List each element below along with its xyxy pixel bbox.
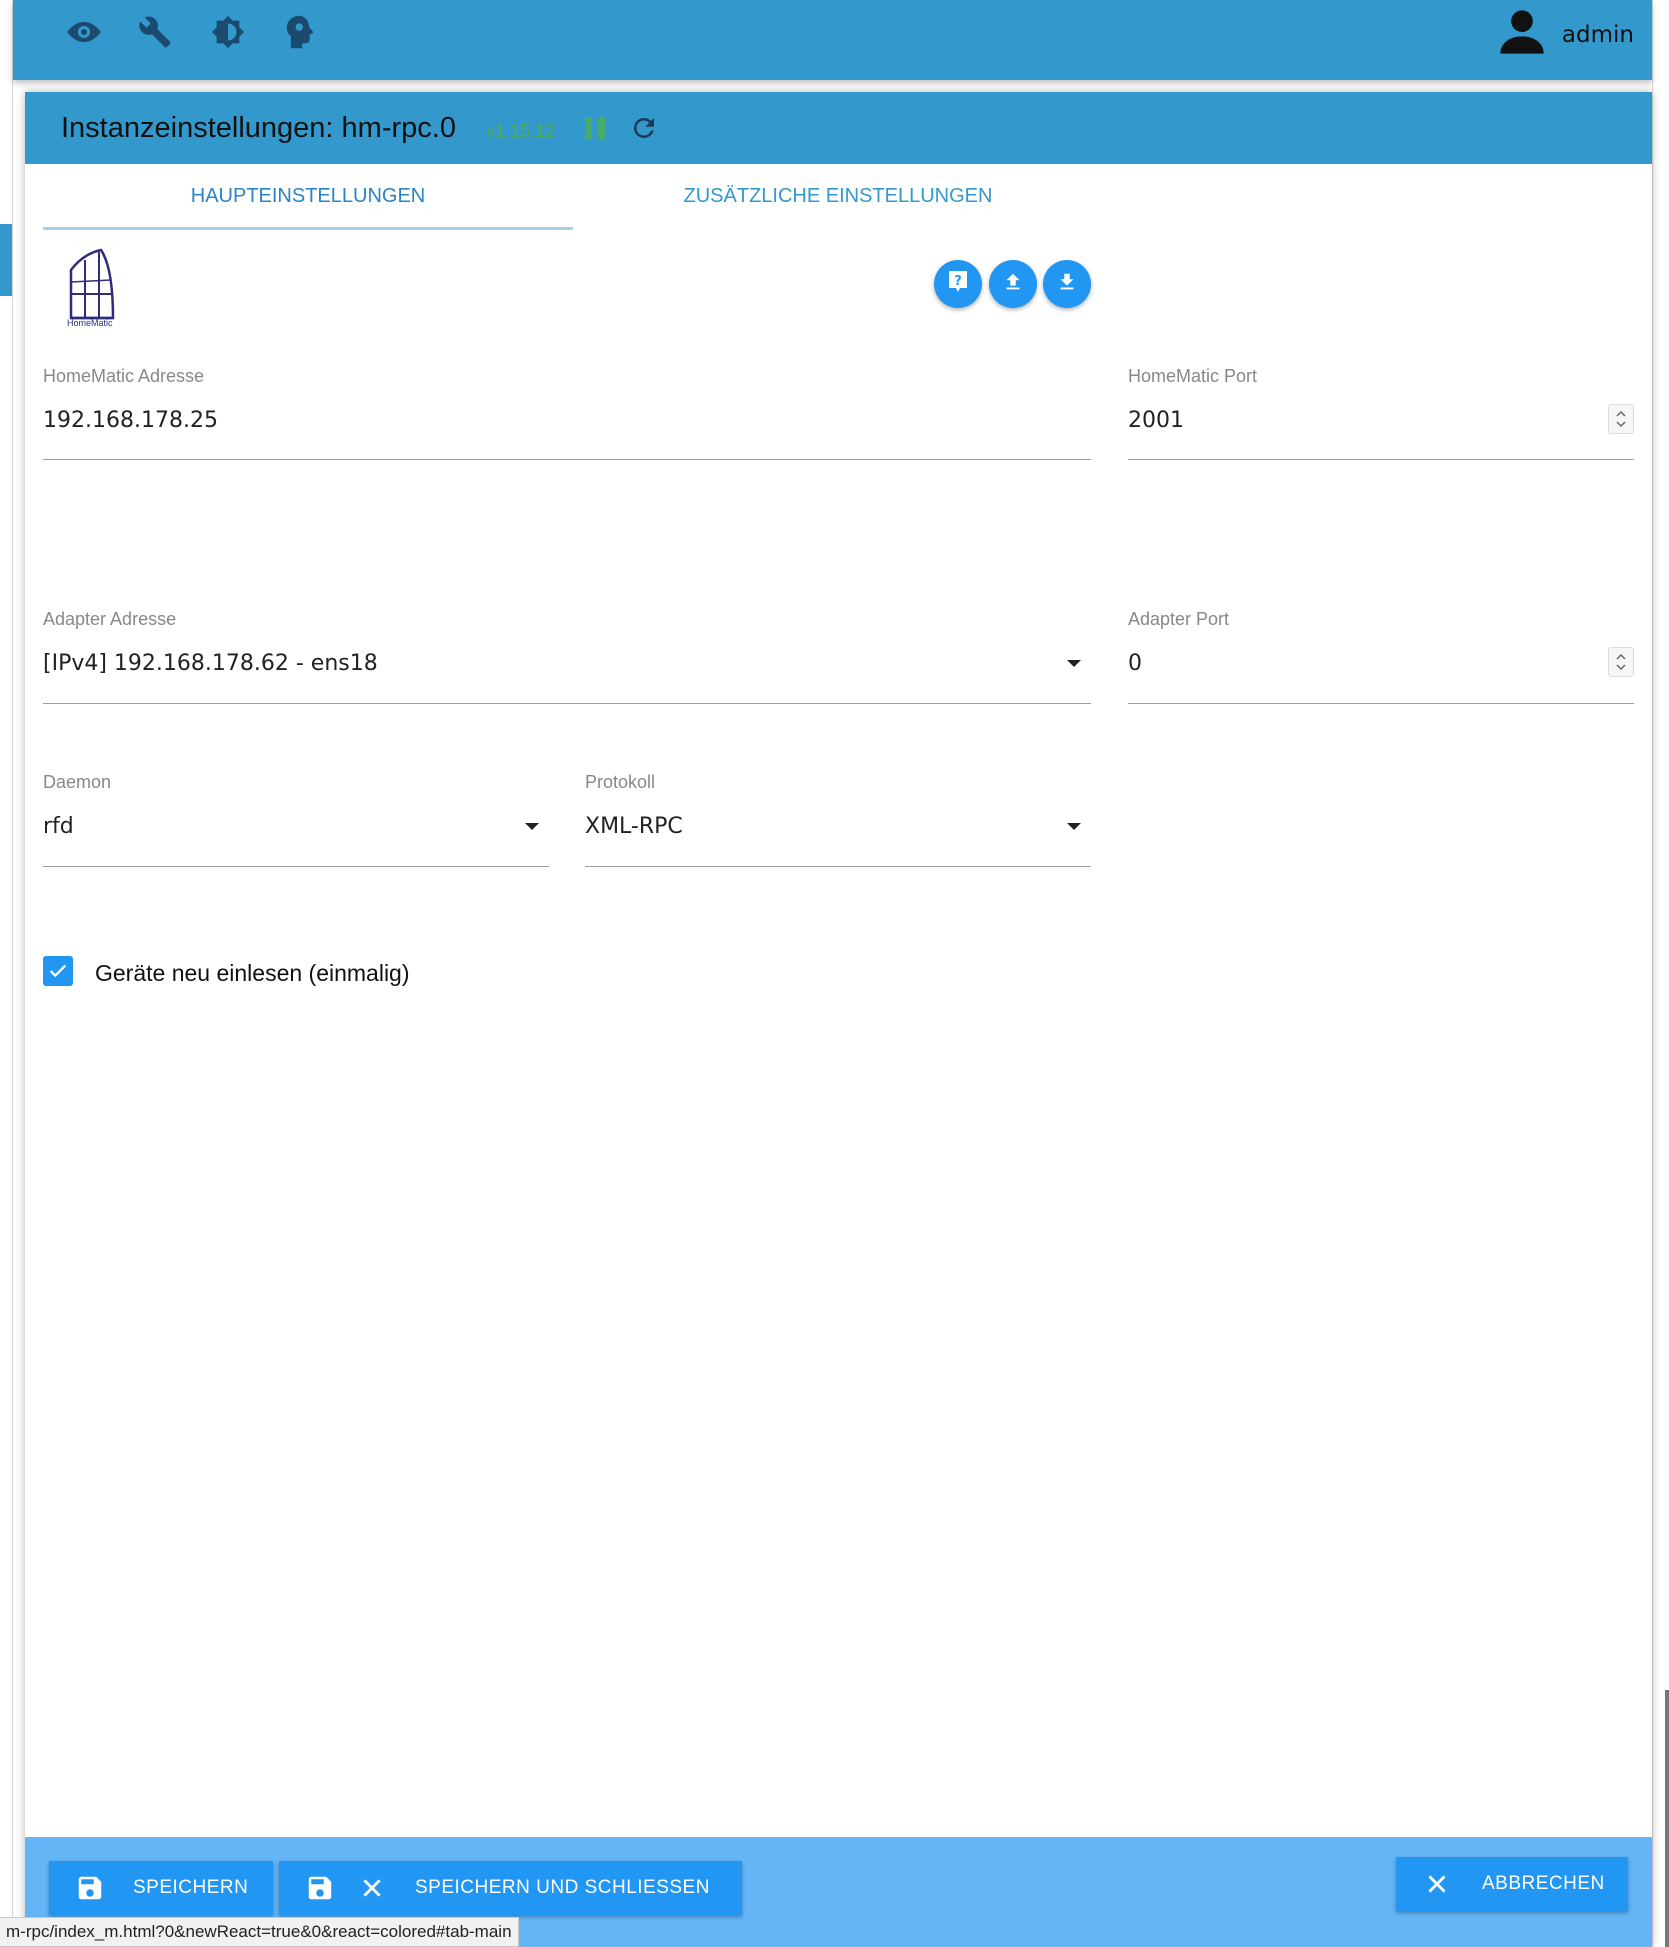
check-icon[interactable] xyxy=(43,955,73,986)
upload-button[interactable] xyxy=(989,260,1037,308)
dropdown-arrow-icon[interactable] xyxy=(1067,660,1081,667)
field-label: HomeMatic Adresse xyxy=(43,366,205,386)
field-underline xyxy=(585,866,1091,867)
field-label: Adapter Adresse xyxy=(43,609,177,629)
field-underline xyxy=(43,866,549,867)
daemon-select[interactable]: Daemon rfd xyxy=(43,772,549,867)
logo-text: HomeMatic xyxy=(67,318,113,328)
dialog-header: Instanzeinstellungen: hm-rpc.0 v1.15.12 xyxy=(25,92,1652,164)
field-value: 192.168.178.25 xyxy=(43,408,218,433)
field-value: [IPv4] 192.168.178.62 - ens18 xyxy=(43,651,378,676)
dropdown-arrow-icon[interactable] xyxy=(525,823,539,830)
cancel-label: ABBRECHEN xyxy=(1482,1873,1605,1894)
tab-main-settings[interactable]: HAUPTEINSTELLUNGEN xyxy=(43,164,573,228)
field-underline xyxy=(1128,459,1634,460)
brightness-icon[interactable] xyxy=(208,12,248,52)
brain-icon[interactable] xyxy=(278,12,318,52)
field-label: Protokoll xyxy=(585,772,656,792)
floppy-icon xyxy=(75,1873,105,1903)
homematic-port-field[interactable]: HomeMatic Port 2001 xyxy=(1128,366,1634,460)
adapter-address-select[interactable]: Adapter Adresse [IPv4] 192.168.178.62 - … xyxy=(43,609,1091,704)
port-stepper[interactable] xyxy=(1608,404,1634,434)
tab-indicator xyxy=(43,227,573,230)
save-label: SPEICHERN xyxy=(133,1877,249,1898)
field-underline xyxy=(43,459,1091,460)
reload-devices-checkbox[interactable]: Geräte neu einlesen (einmalig) xyxy=(43,954,410,987)
homematic-address-field[interactable]: HomeMatic Adresse 192.168.178.25 xyxy=(43,366,1091,460)
tab-additional-settings[interactable]: ZUSÄTZLICHE EINSTELLUNGEN xyxy=(573,164,1103,228)
help-button[interactable]: ? xyxy=(934,260,982,308)
field-underline xyxy=(43,703,1091,704)
status-bar-url: m-rpc/index_m.html?0&newReact=true&0&rea… xyxy=(0,1917,519,1947)
top-app-bar: admin xyxy=(13,0,1652,80)
scrollbar[interactable] xyxy=(1665,1690,1669,1947)
window-right-edge xyxy=(1652,0,1669,1947)
save-close-button[interactable]: SPEICHERN UND SCHLIESSEN xyxy=(279,1861,742,1915)
eye-icon[interactable] xyxy=(64,12,104,52)
upload-icon xyxy=(1002,271,1024,298)
instance-settings-dialog: Instanzeinstellungen: hm-rpc.0 v1.15.12 … xyxy=(25,92,1652,1947)
user-menu[interactable]: admin xyxy=(1496,6,1634,63)
field-underline xyxy=(1128,703,1634,704)
protocol-select[interactable]: Protokoll XML-RPC xyxy=(585,772,1091,867)
cancel-button[interactable]: ABBRECHEN xyxy=(1396,1857,1628,1911)
close-icon xyxy=(1424,1871,1450,1897)
user-name: admin xyxy=(1561,21,1634,48)
checkbox-label: Geräte neu einlesen (einmalig) xyxy=(95,960,410,986)
user-icon xyxy=(1496,6,1548,63)
field-label: Daemon xyxy=(43,772,112,792)
tab-label: HAUPTEINSTELLUNGEN xyxy=(190,184,426,207)
dropdown-arrow-icon[interactable] xyxy=(1067,823,1081,830)
wrench-icon[interactable] xyxy=(135,12,175,52)
sidebar-handle[interactable] xyxy=(0,224,12,296)
save-button[interactable]: SPEICHERN xyxy=(49,1861,273,1915)
close-icon xyxy=(359,1875,385,1901)
download-button[interactable] xyxy=(1043,260,1091,308)
reload-icon[interactable] xyxy=(629,113,659,143)
field-value: 0 xyxy=(1128,651,1142,676)
adapter-port-field[interactable]: Adapter Port 0 xyxy=(1128,609,1634,704)
floppy-icon xyxy=(305,1873,335,1903)
dialog-title: Instanzeinstellungen: hm-rpc.0 xyxy=(61,111,456,144)
tab-label: ZUSÄTZLICHE EINSTELLUNGEN xyxy=(683,184,993,207)
help-icon: ? xyxy=(946,269,970,300)
field-value: rfd xyxy=(43,814,74,839)
tab-bar: HAUPTEINSTELLUNGEN ZUSÄTZLICHE EINSTELLU… xyxy=(43,164,1633,230)
field-label: HomeMatic Port xyxy=(1128,366,1258,386)
version-badge: v1.15.12 xyxy=(485,120,556,141)
download-icon xyxy=(1056,271,1078,298)
port-stepper[interactable] xyxy=(1608,647,1634,677)
pause-icon[interactable] xyxy=(585,117,606,139)
field-value: 2001 xyxy=(1128,408,1184,433)
homematic-logo: HomeMatic xyxy=(63,248,121,330)
field-value: XML-RPC xyxy=(585,814,683,839)
field-label: Adapter Port xyxy=(1128,609,1230,629)
svg-text:?: ? xyxy=(954,274,962,289)
save-close-label: SPEICHERN UND SCHLIESSEN xyxy=(415,1877,710,1898)
